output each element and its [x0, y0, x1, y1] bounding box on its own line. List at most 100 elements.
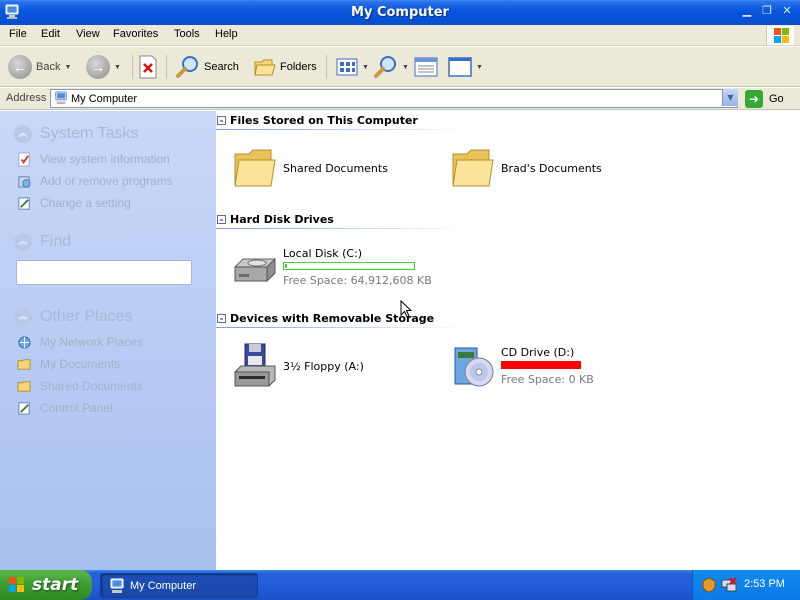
collapse-chevron-icon[interactable]: ︽	[14, 125, 32, 143]
close-icon: ✕	[782, 4, 792, 17]
views-dropdown-icon[interactable]: ▼	[362, 64, 369, 71]
details-view-icon	[414, 57, 438, 77]
group-divider	[216, 228, 466, 229]
folder-icon	[234, 149, 276, 187]
toolbar-separator	[132, 55, 133, 79]
search-options-button[interactable]: ▼	[374, 53, 409, 81]
group-title: Files Stored on This Computer	[230, 114, 418, 127]
task-label: Add or remove programs	[40, 174, 173, 188]
collapse-toggle-icon[interactable]: –	[217, 116, 226, 125]
place-label: Shared Documents	[40, 379, 143, 393]
back-button[interactable]: ← Back ▼	[8, 53, 71, 81]
folders-label: Folders	[280, 61, 317, 73]
menu-favorites[interactable]: Favorites	[113, 28, 158, 40]
clock[interactable]: 2:53 PM	[744, 578, 785, 590]
magnifier-dropdown-icon[interactable]: ▼	[402, 64, 409, 71]
find-input[interactable]	[16, 260, 192, 285]
security-alert-icon[interactable]	[701, 577, 717, 593]
back-arrow-icon: ←	[8, 55, 32, 79]
control-panel-icon	[16, 195, 32, 211]
task-change-setting[interactable]: Change a setting	[16, 192, 173, 214]
task-pane: ︽ System Tasks View system information A…	[0, 111, 216, 570]
menu-file[interactable]: File	[9, 28, 27, 40]
delete-icon	[139, 55, 157, 79]
item-local-disk-c[interactable]: Local Disk (C:) Free Space: 64,912,608 K…	[231, 243, 432, 291]
forward-dropdown-icon[interactable]: ▼	[114, 64, 121, 71]
place-my-documents[interactable]: My Documents	[16, 353, 143, 375]
menu-help[interactable]: Help	[215, 28, 238, 40]
close-button[interactable]: ✕	[778, 3, 796, 20]
go-button[interactable]: ➜ Go	[745, 89, 784, 108]
menu-tools[interactable]: Tools	[174, 28, 200, 40]
views-icon	[336, 58, 358, 76]
free-space-text: Free Space: 0 KB	[501, 373, 594, 386]
collapse-toggle-icon[interactable]: –	[217, 314, 226, 323]
go-arrow-icon: ➜	[745, 89, 763, 108]
blank-view-button[interactable]: ▼	[448, 53, 483, 81]
address-input[interactable]: My Computer	[50, 89, 738, 108]
minimize-button[interactable]: ▁	[738, 3, 756, 20]
menu-bar: File Edit View Favorites Tools Help	[0, 25, 800, 46]
place-label: My Documents	[40, 357, 121, 371]
group-divider	[216, 129, 466, 130]
address-bar: Address My Computer ▼ ➜ Go	[0, 88, 800, 110]
item-label: Local Disk (C:)	[283, 247, 363, 260]
start-button[interactable]: start	[0, 570, 92, 600]
toolbar-separator	[326, 55, 327, 79]
free-space-text: Free Space: 64,912,608 KB	[283, 274, 432, 287]
item-brads-documents[interactable]: Brad's Documents	[449, 144, 602, 192]
task-label: View system information	[40, 152, 170, 166]
group-title: Hard Disk Drives	[230, 213, 334, 226]
hard-disks-group-header[interactable]: – Hard Disk Drives	[217, 213, 334, 226]
system-info-icon	[16, 151, 32, 167]
files-group-header[interactable]: – Files Stored on This Computer	[217, 114, 418, 127]
chevron-down-icon: ▼	[727, 93, 734, 102]
network-disconnected-icon[interactable]	[721, 577, 737, 593]
menu-view[interactable]: View	[76, 28, 100, 40]
address-value: My Computer	[71, 93, 138, 105]
collapse-chevron-icon[interactable]: ︽	[14, 308, 32, 326]
system-tasks-header[interactable]: ︽ System Tasks	[14, 125, 173, 143]
folders-button[interactable]: Folders	[254, 53, 317, 81]
maximize-button[interactable]: ❐	[758, 3, 776, 20]
views-button[interactable]: ▼	[336, 53, 369, 81]
group-divider	[216, 327, 466, 328]
item-label: Shared Documents	[283, 161, 388, 175]
forward-button[interactable]: → ▼	[86, 53, 121, 81]
mouse-cursor-icon	[400, 300, 412, 318]
menu-edit[interactable]: Edit	[41, 28, 60, 40]
content-pane: – Files Stored on This Computer Shared D…	[216, 111, 800, 570]
address-dropdown-button[interactable]: ▼	[722, 89, 738, 106]
collapse-chevron-icon[interactable]: ︽	[14, 233, 32, 251]
go-label: Go	[769, 92, 784, 105]
blank-view-dropdown-icon[interactable]: ▼	[476, 64, 483, 71]
place-shared-documents[interactable]: Shared Documents	[16, 375, 143, 397]
item-cd-drive-d[interactable]: CD Drive (D:) Free Space: 0 KB	[449, 342, 594, 390]
find-section: ︽ Find	[14, 233, 71, 251]
item-shared-documents[interactable]: Shared Documents	[231, 144, 388, 192]
collapse-toggle-icon[interactable]: –	[217, 215, 226, 224]
item-label: CD Drive (D:)	[501, 346, 575, 359]
task-view-system-information[interactable]: View system information	[16, 148, 173, 170]
details-view-button[interactable]	[414, 53, 438, 81]
disk-usage-bar	[283, 262, 415, 270]
find-header[interactable]: ︽ Find	[14, 233, 71, 251]
taskbar-item-my-computer[interactable]: My Computer	[100, 573, 258, 598]
minimize-icon: ▁	[742, 4, 752, 17]
place-control-panel[interactable]: Control Panel	[16, 397, 143, 419]
my-computer-icon	[110, 578, 124, 593]
my-computer-icon	[55, 91, 67, 105]
place-my-network-places[interactable]: My Network Places	[16, 331, 143, 353]
forward-arrow-icon: →	[86, 55, 110, 79]
task-add-remove-programs[interactable]: Add or remove programs	[16, 170, 173, 192]
system-tasks-title: System Tasks	[40, 125, 139, 142]
disk-usage-fill	[285, 264, 287, 268]
back-dropdown-icon[interactable]: ▼	[64, 64, 71, 71]
title-bar[interactable]: My Computer ▁ ❐ ✕	[0, 0, 800, 25]
item-floppy-a[interactable]: 3½ Floppy (A:)	[231, 342, 364, 390]
search-button[interactable]: Search	[176, 53, 239, 81]
toolbar: ← Back ▼ → ▼ Search Folders ▼ ▼ ▼	[0, 47, 800, 87]
delete-button[interactable]	[138, 53, 158, 81]
address-label: Address	[6, 92, 47, 104]
other-places-header[interactable]: ︽ Other Places	[14, 308, 143, 326]
